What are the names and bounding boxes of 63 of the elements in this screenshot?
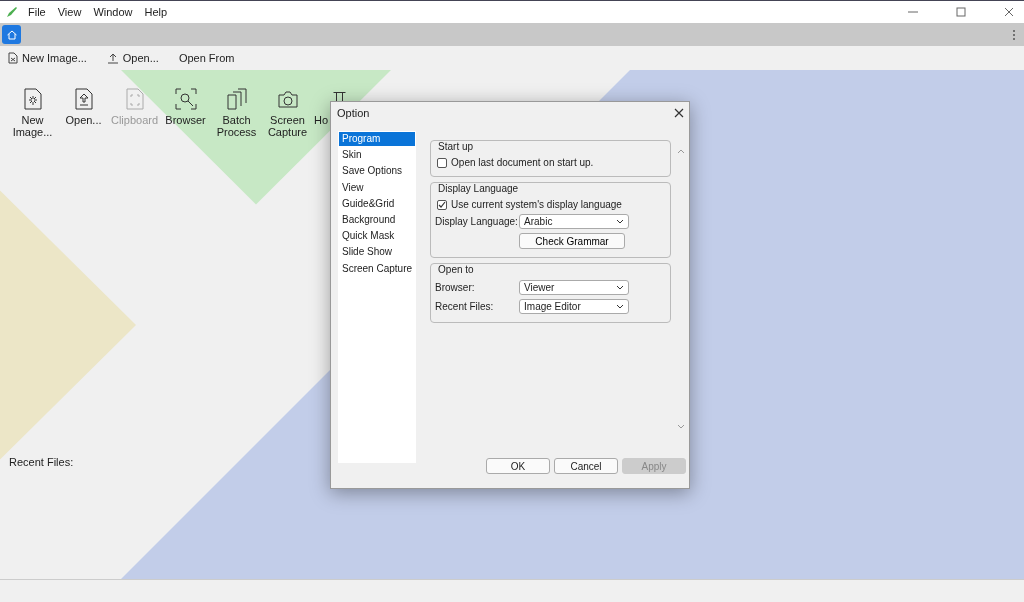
- checkbox[interactable]: Open last document on start up.: [435, 157, 666, 168]
- category-item[interactable]: Program: [339, 132, 416, 147]
- home-icon: [5, 28, 18, 41]
- menu-item[interactable]: Help: [144, 6, 168, 18]
- launcher-button[interactable]: New Image...: [8, 88, 57, 139]
- category-item[interactable]: View: [339, 180, 416, 195]
- launcher-button[interactable]: Screen Capture: [263, 88, 312, 139]
- dropdown[interactable]: Image Editor: [519, 299, 630, 314]
- close-icon[interactable]: [1004, 7, 1014, 17]
- more-icon[interactable]: [1012, 28, 1016, 41]
- caret-icon: [616, 219, 625, 224]
- scroll-down-icon[interactable]: [677, 424, 685, 429]
- menu-item[interactable]: File: [28, 6, 46, 18]
- dropdown[interactable]: Viewer: [519, 280, 630, 295]
- checkbox[interactable]: Use current system's display language: [435, 199, 666, 210]
- upload-icon: [106, 52, 119, 64]
- category-item[interactable]: Save Options: [339, 164, 416, 179]
- category-item[interactable]: Guide&Grid: [339, 196, 416, 212]
- pi-icon: [333, 92, 346, 102]
- dialog-button[interactable]: OK: [486, 458, 550, 474]
- dialog-button[interactable]: Cancel: [554, 458, 618, 474]
- category-item[interactable]: Screen Capture: [339, 261, 416, 276]
- scroll-up-icon[interactable]: [677, 149, 685, 154]
- checkbox-box[interactable]: [437, 157, 448, 168]
- clipboard-icon: [123, 88, 146, 110]
- field-label: Display Language:: [435, 216, 519, 227]
- check-icon: [438, 200, 447, 209]
- field-label: Browser:: [435, 282, 476, 293]
- toolbar-button[interactable]: Open...: [102, 50, 163, 66]
- toolbar-button[interactable]: Open From: [174, 50, 239, 66]
- toolbar-button[interactable]: New Image...: [4, 50, 91, 66]
- category-item[interactable]: Quick Mask: [339, 229, 416, 244]
- browser-icon: [174, 88, 197, 110]
- new-icon: [21, 88, 44, 110]
- maximize-icon[interactable]: [956, 7, 966, 17]
- category-item[interactable]: Background: [339, 212, 416, 228]
- dialog-title: Option: [337, 107, 370, 119]
- dropdown[interactable]: Arabic: [519, 214, 630, 229]
- category-item[interactable]: Skin: [339, 148, 416, 163]
- close-icon[interactable]: [674, 108, 684, 118]
- caret-icon: [616, 304, 625, 309]
- home-tab[interactable]: [2, 25, 21, 44]
- check-grammar-button[interactable]: Check Grammar: [519, 233, 626, 249]
- checkbox-label: Open last document on start up.: [451, 157, 594, 168]
- open-icon: [72, 88, 95, 110]
- camera-icon: [276, 88, 299, 110]
- menu-item[interactable]: Window: [93, 6, 133, 18]
- batch-icon: [225, 88, 248, 110]
- field-label: Recent Files:: [435, 301, 495, 312]
- launcher-button[interactable]: Batch Process: [212, 88, 261, 139]
- group-title: Open to: [438, 264, 475, 276]
- caret-icon: [616, 285, 625, 290]
- checkbox-box[interactable]: [437, 199, 448, 210]
- launcher-button[interactable]: Browser: [161, 88, 210, 139]
- group-title: Start up: [438, 141, 475, 153]
- checkbox-label: Use current system's display language: [451, 199, 622, 210]
- launcher-button[interactable]: Open...: [59, 88, 108, 139]
- recent-files-label: Recent Files:: [9, 456, 74, 468]
- group-title: Display Language: [438, 183, 520, 195]
- menu-item[interactable]: View: [57, 6, 82, 18]
- new-file-icon: [8, 52, 18, 64]
- category-item[interactable]: Slide Show: [339, 245, 416, 260]
- pencil-icon: [6, 6, 18, 18]
